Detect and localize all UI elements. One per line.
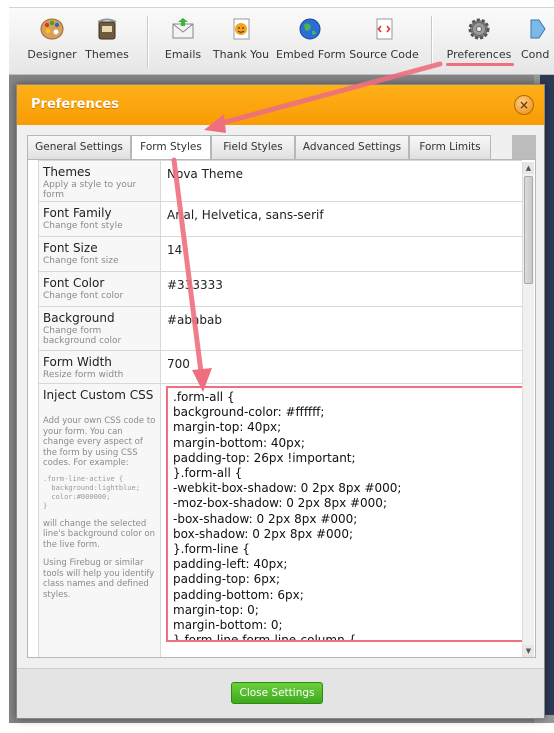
setting-row-form-width: Form Width Resize form width 700 bbox=[38, 351, 522, 384]
gear-icon bbox=[468, 18, 490, 40]
tab-field-styles[interactable]: Field Styles bbox=[211, 135, 295, 159]
conditions-icon bbox=[530, 19, 546, 39]
email-icon bbox=[172, 18, 194, 39]
thank-you-button[interactable]: Thank You bbox=[209, 16, 273, 72]
setting-row-custom-css: Inject Custom CSS Add your own CSS code … bbox=[38, 384, 530, 657]
setting-row-font-color: Font Color Change font color #333333 bbox=[38, 272, 522, 307]
paint-bucket-icon bbox=[97, 18, 117, 40]
form-width-value[interactable]: 700 bbox=[161, 351, 522, 383]
setting-row-themes: Themes Apply a style to your form Nova T… bbox=[38, 160, 522, 202]
tab-form-styles[interactable]: Form Styles bbox=[131, 135, 211, 160]
themes-button[interactable]: Themes bbox=[81, 16, 133, 72]
preferences-dialog: Preferences × General Settings Form Styl… bbox=[16, 84, 545, 719]
source-code-icon bbox=[376, 18, 393, 40]
scroll-down-icon[interactable]: ▼ bbox=[523, 645, 534, 657]
font-family-value[interactable]: Arial, Helvetica, sans-serif bbox=[161, 202, 522, 236]
thank-you-icon bbox=[233, 18, 250, 40]
embed-form-button[interactable]: Embed Form bbox=[276, 16, 346, 72]
scroll-up-icon[interactable]: ▲ bbox=[523, 162, 534, 174]
conditions-button[interactable]: Cond bbox=[521, 16, 554, 72]
palette-icon bbox=[40, 18, 64, 40]
close-settings-button[interactable]: Close Settings bbox=[231, 682, 323, 704]
tab-advanced-settings[interactable]: Advanced Settings bbox=[295, 135, 409, 159]
setting-row-font-family: Font Family Change font style Arial, Hel… bbox=[38, 202, 522, 237]
setting-row-background: Background Change form background color … bbox=[38, 307, 522, 351]
source-code-button[interactable]: Source Code bbox=[348, 16, 420, 72]
custom-css-textarea[interactable]: .form-all { background-color: #ffffff; m… bbox=[166, 386, 530, 642]
dialog-footer: Close Settings bbox=[17, 668, 544, 718]
dialog-header: Preferences × bbox=[17, 85, 544, 125]
form-styles-panel: Themes Apply a style to your form Nova T… bbox=[27, 159, 536, 658]
toolbar-separator bbox=[431, 16, 432, 68]
scroll-thumb[interactable] bbox=[524, 176, 533, 284]
emails-button[interactable]: Emails bbox=[159, 16, 207, 72]
toolbar-separator bbox=[147, 16, 148, 68]
tab-bar: General Settings Form Styles Field Style… bbox=[27, 135, 536, 160]
designer-button[interactable]: Designer bbox=[23, 16, 81, 72]
themes-value[interactable]: Nova Theme bbox=[161, 161, 522, 201]
preferences-highlight bbox=[446, 63, 514, 66]
tab-form-limits[interactable]: Form Limits bbox=[409, 135, 491, 159]
background-value[interactable]: #ababab bbox=[161, 307, 522, 350]
font-size-value[interactable]: 14 bbox=[161, 237, 522, 271]
dialog-body: General Settings Form Styles Field Style… bbox=[25, 133, 536, 658]
tab-bar-filler bbox=[512, 135, 536, 159]
globe-icon bbox=[299, 18, 321, 40]
setting-row-font-size: Font Size Change font size 14 bbox=[38, 237, 522, 272]
tab-general-settings[interactable]: General Settings bbox=[27, 135, 131, 159]
dialog-title: Preferences bbox=[31, 97, 119, 112]
font-color-value[interactable]: #333333 bbox=[161, 272, 522, 306]
close-icon[interactable]: × bbox=[514, 95, 534, 115]
panel-scrollbar[interactable]: ▲ ▼ bbox=[522, 162, 534, 657]
